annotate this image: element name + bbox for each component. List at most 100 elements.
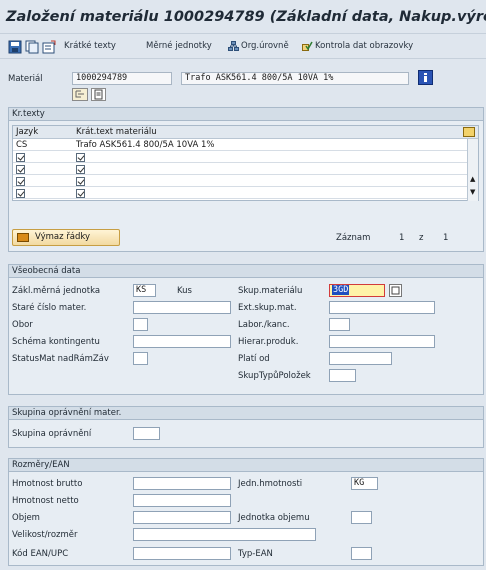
net-weight-label: Hmotnost netto <box>12 496 79 506</box>
delete-row-label: Výmaz řádky <box>35 232 91 242</box>
dimensions-ean-group-title: Rozměry/EAN <box>9 459 483 472</box>
row-language-input-icon[interactable] <box>16 153 25 162</box>
net-weight-field[interactable] <box>133 494 231 507</box>
status-field[interactable] <box>133 352 148 365</box>
row-short-text[interactable]: Trafo ASK561.4 800/5A 10VA 1% <box>76 139 214 151</box>
save-icon[interactable] <box>8 40 22 54</box>
ean-type-label: Typ-EAN <box>238 549 273 559</box>
material-number-field: 1000294789 <box>72 72 172 85</box>
short-texts-label: Krátké texty <box>64 41 116 51</box>
material-group-value: 3GD <box>332 285 350 295</box>
size-dimensions-field[interactable] <box>133 528 316 541</box>
record-total: 1 <box>443 233 449 243</box>
additional-data-icon[interactable] <box>42 40 56 54</box>
application-toolbar: Krátké texty Měrné jednotky Org.úrovně K… <box>0 35 486 59</box>
gross-weight-field[interactable] <box>133 477 231 490</box>
table-header: Jazyk Krát.text materiálu <box>13 126 478 139</box>
units-of-measure-button[interactable]: Měrné jednotky <box>146 41 212 51</box>
row-language-input-icon[interactable] <box>16 177 25 186</box>
row-language[interactable]: CS <box>16 139 27 151</box>
units-label: Měrné jednotky <box>146 41 212 51</box>
authorization-group: Skupina oprávnění mater. Skupina oprávně… <box>8 406 484 448</box>
volume-unit-label: Jednotka objemu <box>238 513 310 523</box>
ean-upc-label: Kód EAN/UPC <box>12 549 69 559</box>
division-field[interactable] <box>133 318 148 331</box>
authorization-group-field[interactable] <box>133 427 160 440</box>
old-material-label: Staré číslo mater. <box>12 303 87 313</box>
table-row[interactable] <box>13 151 478 163</box>
search-help-icon[interactable] <box>389 284 402 297</box>
copy-icon[interactable] <box>25 40 39 54</box>
delete-row-icon <box>17 233 29 242</box>
dimensions-ean-group: Rozměry/EAN Hmotnost brutto Hmotnost net… <box>8 458 484 566</box>
scroll-down-icon[interactable]: ▼ <box>470 188 475 196</box>
item-category-group-field[interactable] <box>329 369 356 382</box>
table-row[interactable] <box>13 175 478 187</box>
title-bar: Založení materiálu 1000294789 (Základní … <box>0 0 486 34</box>
lab-office-field[interactable] <box>329 318 350 331</box>
ean-type-field[interactable] <box>351 547 372 560</box>
authorization-group-label: Skupina oprávnění <box>12 429 92 439</box>
hierarchy-icon[interactable] <box>72 88 88 101</box>
row-language-input-icon[interactable] <box>16 165 25 174</box>
quota-scheme-field[interactable] <box>133 335 231 348</box>
record-of-label: z <box>419 233 424 243</box>
item-category-group-label: SkupTypůPoložek <box>238 371 311 381</box>
status-label: StatusMat nadRámZáv <box>12 354 109 364</box>
gross-weight-label: Hmotnost brutto <box>12 479 83 489</box>
base-uom-label: Zákl.měrná jednotka <box>12 286 101 296</box>
table-settings-icon[interactable] <box>463 127 475 137</box>
column-header-short-text: Krát.text materiálu <box>76 127 157 137</box>
table-scrollbar[interactable]: ▲ ▼ <box>467 139 478 201</box>
weight-unit-label: Jedn.hmotnosti <box>238 479 303 489</box>
base-uom-text: Kus <box>177 286 192 296</box>
ext-material-group-field[interactable] <box>329 301 435 314</box>
row-text-input-icon[interactable] <box>76 165 85 174</box>
short-texts-button[interactable]: Krátké texty <box>64 41 116 51</box>
table-row[interactable]: CS Trafo ASK561.4 800/5A 10VA 1% <box>13 139 478 151</box>
ean-upc-field[interactable] <box>133 547 231 560</box>
check-screen-data-label: Kontrola dat obrazovky <box>315 41 414 51</box>
record-label: Záznam <box>336 233 371 243</box>
valid-from-field[interactable] <box>329 352 392 365</box>
org-levels-button[interactable]: Org.úrovně <box>228 41 289 51</box>
division-label: Obor <box>12 320 33 330</box>
short-texts-group-title: Kr.texty <box>9 108 483 121</box>
valid-from-label: Platí od <box>238 354 270 364</box>
document-icon[interactable] <box>91 88 106 101</box>
check-screen-data-button[interactable]: Kontrola dat obrazovky <box>302 41 413 51</box>
material-group-label: Skup.materiálu <box>238 286 303 296</box>
page-title: Založení materiálu 1000294789 (Základní … <box>6 9 486 25</box>
material-label: Materiál <box>8 74 43 84</box>
volume-field[interactable] <box>133 511 231 524</box>
product-hierarchy-field[interactable] <box>329 335 435 348</box>
short-texts-table: Jazyk Krát.text materiálu CS Trafo ASK56… <box>12 125 479 201</box>
table-row[interactable] <box>13 187 478 199</box>
lab-office-label: Labor./kanc. <box>238 320 290 330</box>
table-row[interactable] <box>13 163 478 175</box>
row-text-input-icon[interactable] <box>76 153 85 162</box>
info-icon[interactable] <box>418 70 433 85</box>
material-group-field[interactable]: 3GD <box>329 284 385 297</box>
delete-row-button[interactable]: Výmaz řádky <box>12 229 120 246</box>
size-dimensions-label: Velikost/rozměr <box>12 530 78 540</box>
weight-unit-field[interactable]: KG <box>351 477 378 490</box>
column-header-language: Jazyk <box>16 127 39 137</box>
volume-unit-field[interactable] <box>351 511 372 524</box>
row-text-input-icon[interactable] <box>76 189 85 198</box>
old-material-field[interactable] <box>133 301 231 314</box>
org-levels-label: Org.úrovně <box>241 41 289 51</box>
general-data-group: Všeobecná data Zákl.měrná jednotka KS Ku… <box>8 264 484 395</box>
record-current: 1 <box>399 233 405 243</box>
authorization-group-title: Skupina oprávnění mater. <box>9 407 483 420</box>
product-hierarchy-label: Hierar.produk. <box>238 337 299 347</box>
base-uom-field[interactable]: KS <box>133 284 156 297</box>
row-language-input-icon[interactable] <box>16 189 25 198</box>
org-structure-icon <box>228 41 239 51</box>
material-description-field: Trafo ASK561.4 800/5A 10VA 1% <box>181 72 409 85</box>
scroll-up-icon[interactable]: ▲ <box>470 175 475 183</box>
volume-label: Objem <box>12 513 40 523</box>
row-text-input-icon[interactable] <box>76 177 85 186</box>
short-texts-group: Kr.texty Jazyk Krát.text materiálu CS Tr… <box>8 107 484 252</box>
ext-material-group-label: Ext.skup.mat. <box>238 303 297 313</box>
